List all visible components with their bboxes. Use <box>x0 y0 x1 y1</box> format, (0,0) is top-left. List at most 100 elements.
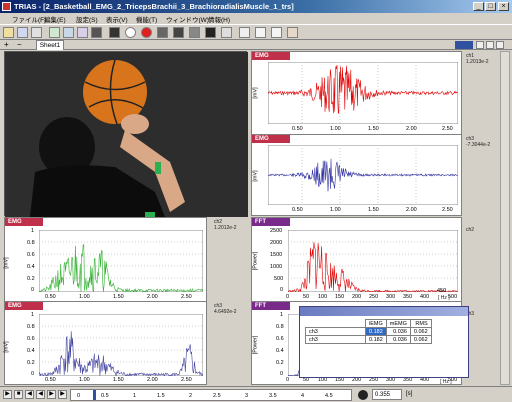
menu-function[interactable]: 機能(T) <box>136 14 157 24</box>
minimize-sheet-button[interactable] <box>476 41 484 49</box>
forward-icon[interactable]: ▶ <box>47 390 56 399</box>
channel-value: 4.6492e-2 <box>214 309 237 315</box>
y-tick: 1000 <box>270 264 283 270</box>
x-tick: 350 <box>403 294 413 300</box>
table-row[interactable]: ch3 0.182 0.036 0.062 <box>305 327 432 336</box>
grid-icon[interactable] <box>63 27 74 38</box>
print-icon[interactable] <box>31 27 42 38</box>
tab-bar: + − Sheet1 <box>0 40 512 50</box>
toolbar <box>0 24 512 40</box>
x-tick: 2.50 <box>442 207 453 213</box>
pointer-icon[interactable] <box>239 27 250 38</box>
menu-settings[interactable]: 設定(S) <box>76 14 98 24</box>
timeline-tick: 4.5 <box>325 393 333 399</box>
emg-top-plot <box>268 62 458 124</box>
skip-start-icon[interactable]: ◀ <box>25 390 34 399</box>
info-icon[interactable] <box>205 27 216 38</box>
vertical-scrollbar[interactable] <box>500 51 510 385</box>
menu-window[interactable]: ウィンドウ(W) <box>166 14 209 24</box>
chart-icon[interactable] <box>49 27 60 38</box>
close-button[interactable]: × <box>498 2 509 11</box>
sheet-selector[interactable] <box>455 41 473 49</box>
fft-right-plot <box>288 230 458 292</box>
x-tick: 200 <box>352 294 362 300</box>
timeline-tick: 3 <box>245 393 249 399</box>
tab-sheet1[interactable]: Sheet1 <box>36 40 64 50</box>
open-icon[interactable] <box>3 27 14 38</box>
timeline-tick: 2 <box>189 393 193 399</box>
y-tick: 0 <box>280 287 284 293</box>
x-tick: 150 <box>335 294 345 300</box>
panel-header: EMG <box>252 135 290 143</box>
y-tick: 0 <box>31 287 35 293</box>
y-tick: 0.8 <box>27 324 35 330</box>
x-tick: 2.50 <box>181 294 192 300</box>
y-tick: 0.4 <box>276 348 284 354</box>
y-tick: 0.4 <box>27 264 35 270</box>
panel-header: FFT <box>252 302 290 310</box>
play-icon[interactable]: ▶ <box>3 390 12 399</box>
video-panel[interactable] <box>4 51 248 217</box>
y-tick: 0.4 <box>27 348 35 354</box>
timeline-slider[interactable]: 0 0.5 1 1.5 2 2.5 3 3.5 4 4.5 <box>70 389 352 401</box>
layout-icon[interactable] <box>77 27 88 38</box>
x-tick: 2.00 <box>406 207 417 213</box>
emg-panel-top[interactable]: EMG [mV] 0.50 1.00 1.50 2.00 2.50 <box>251 51 462 135</box>
y-axis-label: [mV] <box>252 170 259 182</box>
time-unit: [s] <box>406 391 413 397</box>
app-icon[interactable] <box>2 2 11 11</box>
x-tick: 2.00 <box>147 377 158 383</box>
x-tick: 1.50 <box>113 377 124 383</box>
time-input[interactable]: 0.355 <box>372 389 402 400</box>
close-sheet-button[interactable] <box>496 41 504 49</box>
restore-sheet-button[interactable] <box>486 41 494 49</box>
timeline-tick: 3.5 <box>269 393 277 399</box>
stats-window[interactable]: iEMG mEMG RMS ch3 0.182 0.036 0.062 ch3 … <box>299 306 469 378</box>
x-tick: 2.00 <box>406 126 417 132</box>
disc-icon[interactable] <box>125 27 136 38</box>
analysis-icon[interactable] <box>189 27 200 38</box>
film-icon[interactable] <box>157 27 168 38</box>
save-icon[interactable] <box>17 27 28 38</box>
emg-panel-bottom[interactable]: EMG [mV] 1 0.8 0.6 0.4 0.2 0 0.50 1.00 1… <box>4 301 207 385</box>
remove-sheet-button[interactable]: − <box>17 40 22 49</box>
x-tick: 0.50 <box>45 377 56 383</box>
rewind-icon[interactable]: ◀ <box>36 390 45 399</box>
minimize-button[interactable]: _ <box>473 2 484 11</box>
add-sheet-button[interactable]: + <box>4 40 9 49</box>
cell-memg[interactable]: 0.036 <box>385 327 411 336</box>
cell-rms[interactable]: 0.062 <box>409 327 432 336</box>
panel-header: EMG <box>252 52 290 60</box>
menu-edit[interactable]: 編集(E) <box>44 14 66 24</box>
menu-view[interactable]: 表示(V) <box>106 14 128 24</box>
record-icon[interactable] <box>141 27 152 38</box>
zoom-icon[interactable] <box>271 27 282 38</box>
select-icon[interactable] <box>255 27 266 38</box>
camera-icon[interactable] <box>173 27 184 38</box>
video-icon[interactable] <box>91 27 102 38</box>
x-tick: 2.50 <box>181 377 192 383</box>
emg-panel-mid[interactable]: EMG [mV] 0.50 1.00 1.50 2.00 2.50 <box>251 134 462 216</box>
timeline-tick: 0.5 <box>101 393 109 399</box>
monitor-icon[interactable] <box>109 27 120 38</box>
stop-icon[interactable]: ■ <box>14 390 23 399</box>
skip-end-icon[interactable]: ▶ <box>58 390 67 399</box>
fft-panel-right[interactable]: FFT [Power] 2500 2000 1500 1000 500 0 0 … <box>251 217 462 302</box>
menu-bar: ファイル(F) 編集(E) 設定(S) 表示(V) 機能(T) ウィンドウ(W)… <box>0 13 512 24</box>
cell-rms[interactable]: 0.062 <box>409 335 432 344</box>
cell-iemg[interactable]: 0.182 <box>365 335 387 344</box>
maximize-button[interactable]: □ <box>485 2 496 11</box>
menu-info[interactable]: 情報(H) <box>208 14 230 24</box>
flag-icon[interactable] <box>221 27 232 38</box>
cell-memg[interactable]: 0.036 <box>385 335 411 344</box>
emg-panel-left[interactable]: EMG [mV] 1 0.8 0.6 0.4 0.2 0 0.50 1.00 1… <box>4 217 207 302</box>
timeline-cursor[interactable] <box>93 390 96 400</box>
stats-title-bar[interactable] <box>300 307 468 316</box>
y-tick: 0 <box>31 371 35 377</box>
hand-icon[interactable] <box>287 27 298 38</box>
x-tick: 1.00 <box>330 207 341 213</box>
cell-iemg[interactable]: 0.182 <box>365 327 387 336</box>
menu-file[interactable]: ファイル(F) <box>12 14 46 24</box>
table-row[interactable]: ch3 0.182 0.036 0.062 <box>305 335 432 344</box>
y-tick: 0.6 <box>27 336 35 342</box>
